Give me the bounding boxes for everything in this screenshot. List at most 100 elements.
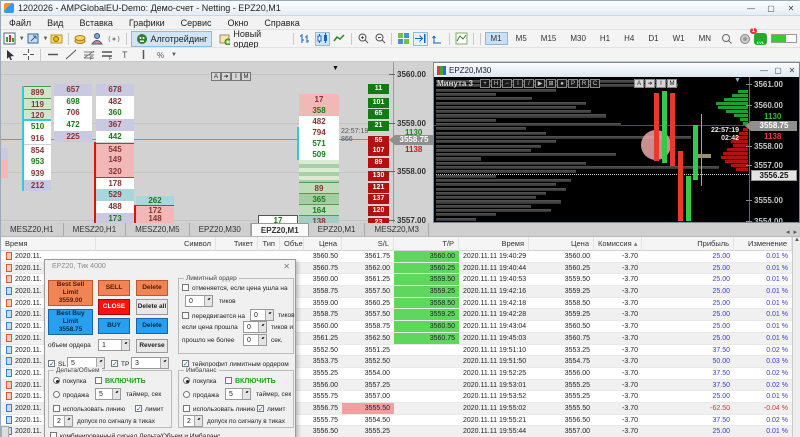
column-header-тип[interactable]: Тип xyxy=(258,237,280,251)
account-icon[interactable] xyxy=(90,32,105,46)
menu-item-графики[interactable]: Графики xyxy=(121,16,173,30)
dark-mode-button-I[interactable]: I xyxy=(656,79,666,88)
column-header-изменение[interactable]: Изменение xyxy=(734,237,792,251)
radio-icon[interactable] xyxy=(183,377,190,384)
text-tool-icon[interactable]: T xyxy=(117,48,133,62)
order-panel-close-icon[interactable]: ✕ xyxy=(283,262,290,271)
algo-trading-button[interactable]: Алготрейдинг xyxy=(130,30,213,47)
column-header-время[interactable]: Время xyxy=(1,237,96,251)
best-sell-limit-button[interactable]: Best Sell Limit 3559.00 xyxy=(48,280,93,306)
column-header-время[interactable]: Время xyxy=(459,237,529,251)
limit-passed-stepper[interactable]: 0 xyxy=(243,321,267,333)
history-center-icon[interactable] xyxy=(50,32,65,46)
candlestick-chart-icon[interactable] xyxy=(315,31,331,46)
timeframe-button-h4[interactable]: H4 xyxy=(618,32,640,45)
timeframe-button-mn[interactable]: MN xyxy=(693,32,717,45)
trend-line-icon[interactable] xyxy=(63,48,79,62)
delete-sell-button[interactable]: Delete xyxy=(136,280,168,296)
radio-icon[interactable] xyxy=(183,391,190,398)
sell-button[interactable]: SELL xyxy=(98,280,130,296)
cluster-chart[interactable]: 899 119 120 510 916 854 953 939 212 657 698 706 472 2… xyxy=(1,62,433,223)
column-header-tp[interactable]: T/P xyxy=(394,237,459,251)
checkbox-icon[interactable] xyxy=(48,360,55,368)
tile-windows-icon[interactable] xyxy=(396,32,411,46)
column-header-комиссия[interactable]: Комиссия ▴ xyxy=(594,237,642,251)
table-scrollbar[interactable]: ▲ xyxy=(792,237,800,437)
menu-item-файл[interactable]: Файл xyxy=(1,16,39,30)
chevron-down-icon[interactable]: ▼ xyxy=(43,36,49,42)
chart-tab-mesz20-m5[interactable]: MESZ20,M5 xyxy=(126,223,190,236)
dark-toolbar-button-2[interactable]: − xyxy=(502,79,512,88)
child-minimize-button[interactable]: — xyxy=(757,65,771,76)
signal-icon[interactable] xyxy=(107,32,122,46)
maximize-button[interactable]: ▢ xyxy=(761,2,781,15)
chart-tab-mesz20-h1[interactable]: MESZ20,H1 xyxy=(1,223,64,236)
vertical-line-icon[interactable] xyxy=(135,48,151,62)
checkbox-icon[interactable] xyxy=(182,312,189,319)
dark-toolbar-button-0[interactable]: + xyxy=(480,79,490,88)
zoom-in-icon[interactable] xyxy=(356,32,371,46)
cluster-mode-button-I[interactable]: I xyxy=(231,72,241,81)
timer-stepper[interactable]: 5 xyxy=(95,388,121,400)
cluster-mode-button-A[interactable]: A xyxy=(211,72,221,81)
collapse-caret-icon[interactable]: ▼ xyxy=(734,77,741,84)
dark-toolbar-button-5[interactable]: ▶ xyxy=(535,79,545,88)
column-header-sl[interactable]: S/L xyxy=(342,237,394,251)
reverse-button[interactable]: Reverse xyxy=(136,339,168,353)
radio-icon[interactable] xyxy=(53,377,60,384)
dark-toolbar-button-8[interactable]: P xyxy=(568,79,578,88)
percent-tool-icon[interactable]: % xyxy=(153,48,169,62)
zoom-out-icon[interactable] xyxy=(373,32,388,46)
dark-mode-button-A[interactable]: A xyxy=(634,79,644,88)
column-header-цена[interactable]: Цена xyxy=(529,237,594,251)
menu-item-вставка[interactable]: Вставка xyxy=(71,16,120,30)
checkbox-icon[interactable] xyxy=(50,432,57,437)
checkbox-icon[interactable] xyxy=(111,360,118,368)
horizontal-line-icon[interactable] xyxy=(45,48,61,62)
timeframe-button-m15[interactable]: M15 xyxy=(535,32,563,45)
checkbox-icon[interactable] xyxy=(53,405,60,412)
horizontal-scrollbar-nub[interactable] xyxy=(1,426,9,437)
limit-cancel-stepper[interactable]: 0 xyxy=(185,295,213,307)
limit-move-stepper[interactable]: 0 xyxy=(250,309,274,321)
cluster-mode-button-M[interactable]: M xyxy=(241,72,251,81)
volume-profile-chart[interactable]: 3561.00 3560.00 1130 1138 3558.00 3557.00 3555… xyxy=(434,77,799,222)
new-order-button[interactable]: Новый ордер xyxy=(214,27,289,51)
timeframe-button-m1[interactable]: M1 xyxy=(484,32,508,45)
chart-tab-epz20-m30[interactable]: EPZ20,M30 xyxy=(190,223,251,236)
order-volume-stepper[interactable]: 1 xyxy=(98,339,130,351)
buy-button[interactable]: BUY xyxy=(98,318,130,334)
chart-tab-mesz20-h1[interactable]: MESZ20,H1 xyxy=(64,223,127,236)
timeframe-button-h1[interactable]: H1 xyxy=(594,32,616,45)
dark-toolbar-button-10[interactable]: C xyxy=(590,79,600,88)
search-icon[interactable] xyxy=(719,32,735,46)
column-header-тикет[interactable]: Тикет xyxy=(216,237,258,251)
timeframe-button-m5[interactable]: M5 xyxy=(510,32,533,45)
bar-chart-icon[interactable] xyxy=(298,32,313,46)
profiles-icon[interactable] xyxy=(26,32,41,46)
checkbox-icon[interactable] xyxy=(95,377,102,384)
checkbox-icon[interactable] xyxy=(182,360,189,368)
tab-scroll-right-icon[interactable]: ▸ xyxy=(793,228,797,236)
checkbox-icon[interactable] xyxy=(257,405,264,413)
column-header-цена[interactable]: Цена xyxy=(304,237,342,251)
checkbox-icon[interactable] xyxy=(225,377,232,384)
child-maximize-button[interactable]: ▢ xyxy=(771,65,785,76)
chart-tab-epz20-m1[interactable]: EPZ20,M1 xyxy=(250,223,309,236)
cluster-mode-button-➜[interactable]: ➜ xyxy=(221,72,231,81)
column-header-прибыль[interactable]: Прибыль xyxy=(642,237,734,251)
cursor-icon[interactable] xyxy=(2,48,18,62)
lvl-icon[interactable]: LVL xyxy=(754,32,768,45)
chevron-down-icon[interactable]: ▼ xyxy=(171,52,177,58)
chart-tab-mesz20-m3[interactable]: MESZ20,M3 xyxy=(365,223,429,236)
dark-toolbar-button-9[interactable]: R xyxy=(579,79,589,88)
shift-end-icon[interactable] xyxy=(413,31,429,46)
delete-buy-button[interactable]: Delete xyxy=(136,318,168,334)
tab-scroll-left-icon[interactable]: ◂ xyxy=(786,228,790,236)
auto-scroll-icon[interactable] xyxy=(430,32,445,46)
child-close-button[interactable]: ✕ xyxy=(785,65,799,76)
deposit-coins-icon[interactable] xyxy=(73,32,88,46)
timer-stepper[interactable]: 5 xyxy=(225,388,251,400)
new-chart-icon[interactable] xyxy=(2,32,17,46)
tolerance-stepper[interactable]: 2 xyxy=(183,415,203,427)
